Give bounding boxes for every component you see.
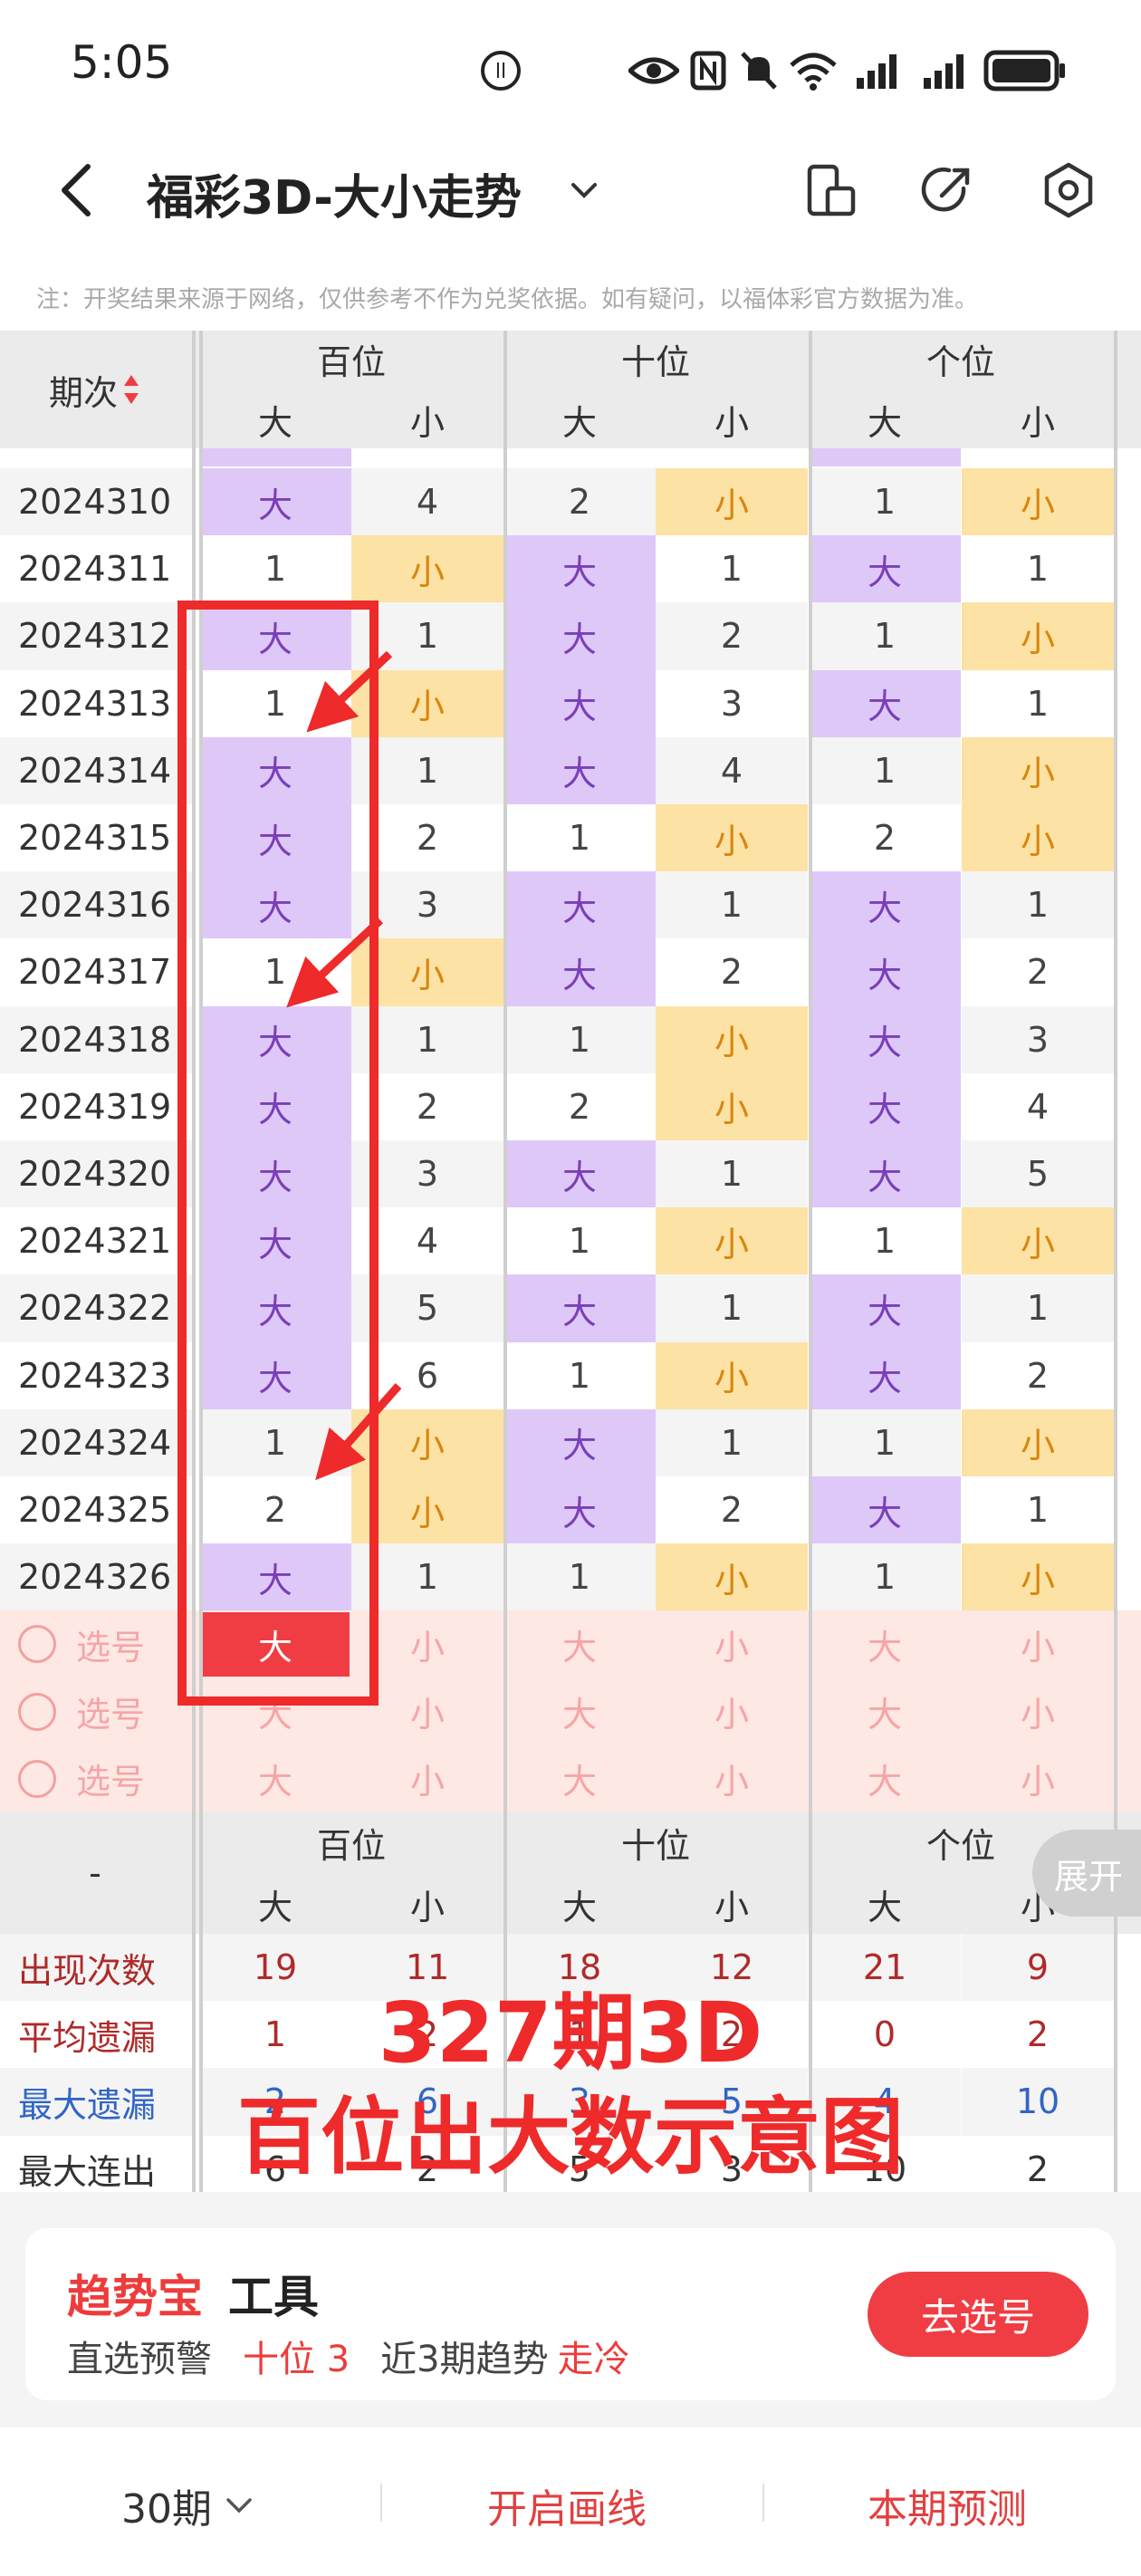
arrow-annotations [286,650,402,1481]
divider [380,2484,382,2522]
trend-label: 近3期趋势 [380,2339,549,2380]
warn-label: 直选预警 [67,2339,212,2380]
period-selector[interactable]: 30期 [121,2476,255,2534]
divider [762,2484,764,2522]
trend-value: 走冷 [557,2339,630,2380]
tool-summary: 直选预警 十位 3 近3期趋势 走冷 [67,2330,630,2382]
chevron-down-icon [223,2489,255,2522]
draw-line-button[interactable]: 开启画线 [487,2476,647,2534]
warn-value: 十位 3 [243,2339,350,2380]
go-select-button[interactable]: 去选号 [868,2272,1088,2357]
period-selector-label: 30期 [121,2486,212,2533]
arrow-annotation [315,1383,402,1481]
arrow-annotation [306,650,393,733]
overlay-subtitle: 百位出大数示意图 [236,2089,904,2186]
tool-name: 趋势宝 [67,2271,203,2323]
arrow-annotation [286,917,384,1008]
overlay-title: 327期3D [378,1985,763,2081]
predict-button[interactable]: 本期预测 [868,2476,1027,2534]
tool-label: 工具 [228,2271,319,2323]
